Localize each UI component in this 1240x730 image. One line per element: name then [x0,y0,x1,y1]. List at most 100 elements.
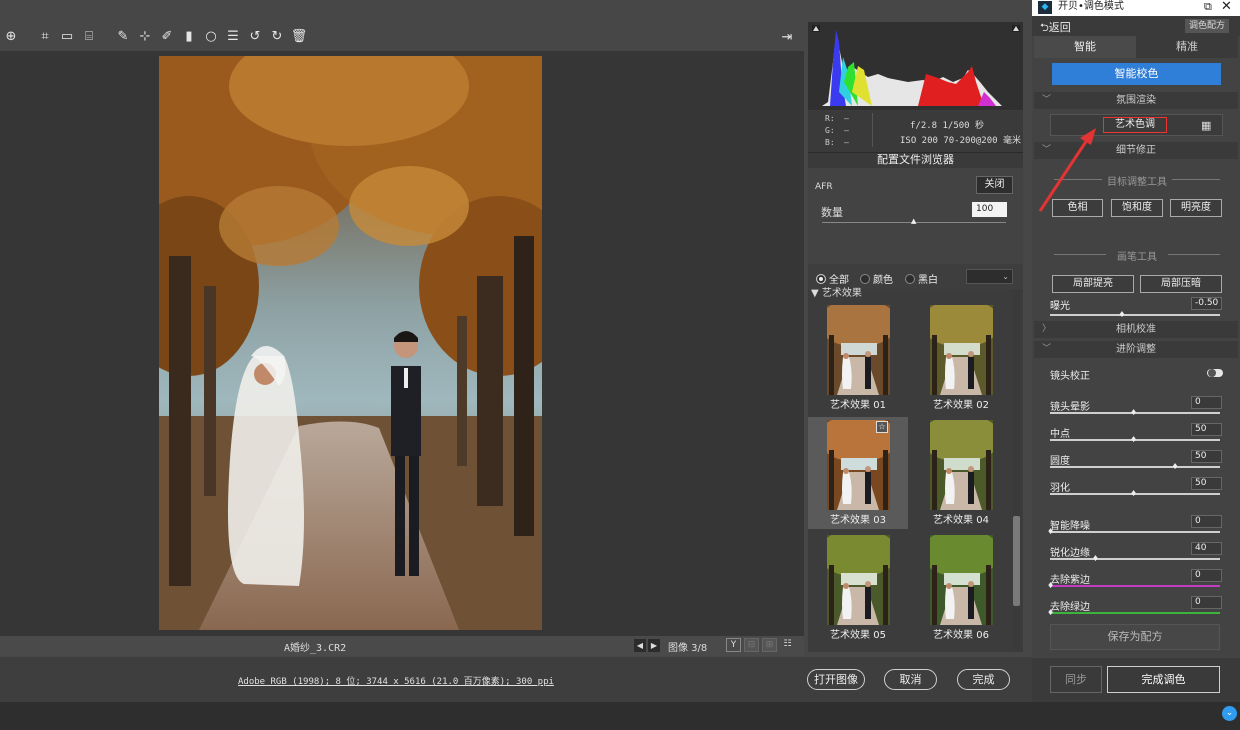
sliders2-input-1[interactable]: 40 [1191,542,1222,555]
filter-bw-radio[interactable]: 黑白 [905,271,938,286]
brush-icon[interactable]: ✐ [156,26,178,48]
thumbnail-label: 艺术效果 01 [830,400,886,411]
tab-precise[interactable]: 精准 [1136,36,1238,58]
sliders-label-0: 镜头晕影 [1050,402,1090,413]
zoom-tool-icon[interactable]: ⊕ [0,26,22,48]
sync-button[interactable]: 同步 [1050,666,1102,693]
hue-button[interactable]: 色相 [1052,199,1103,217]
section-detail[interactable]: ﹀ 细节修正 [1034,142,1238,159]
color-space-info-link[interactable]: Adobe RGB (1998); 8 位; 3744 x 5616 (21.0… [238,674,554,687]
sliders2-slider-knob-1[interactable]: ♦ [1092,555,1099,563]
transform-icon[interactable]: ⌸ [78,26,100,48]
help-icon[interactable]: ⌄ [1222,706,1237,721]
sliders2-slider-track-2[interactable] [1050,585,1220,587]
amount-slider-knob[interactable]: ▲ [911,218,918,225]
exposure-slider-track[interactable] [1050,314,1220,316]
aperture-shutter: f/2.8 1/500 秒 [910,121,985,131]
exposure-slider-knob[interactable]: ♦ [1118,311,1125,319]
profile-thumbnail[interactable]: 艺术效果 05 [808,532,908,644]
sliders2-input-2[interactable]: 0 [1191,569,1222,582]
grid-icon[interactable]: ▦ [1201,119,1215,133]
side-by-side-icon[interactable]: ⊞ [762,638,777,652]
tab-smart[interactable]: 智能 [1034,36,1136,58]
sliders-input-0[interactable]: 0 [1191,396,1222,409]
sliders-input-1[interactable]: 50 [1191,423,1222,436]
sliders-input-3[interactable]: 50 [1191,477,1222,490]
art-tone-label[interactable]: 艺术色调 [1103,117,1167,133]
thumbnail-image [930,420,993,510]
mode-tabs: 智能 精准 [1034,36,1238,58]
sliders2-slider-knob-2[interactable]: ♦ [1047,582,1054,590]
save-recipe-button[interactable]: 保存为配方 [1050,624,1220,650]
restore-icon[interactable]: ⧉ [1204,0,1212,14]
filter-color-radio[interactable]: 颜色 [860,271,893,286]
cancel-button[interactable]: 取消 [884,669,937,690]
sliders2-slider-knob-3[interactable]: ♦ [1047,609,1054,617]
art-tone-button[interactable]: 艺术色调 ▦ [1050,114,1223,136]
star-icon[interactable]: ☆ [876,421,888,433]
profile-thumbnail[interactable]: 艺术效果 03 ☆ [808,417,908,529]
prev-image-button[interactable]: ◀ [634,639,646,652]
sliders-slider-knob-1[interactable]: ♦ [1130,436,1137,444]
panel-footer: 同步 完成调色 [1032,658,1240,702]
split-view-icon[interactable]: ⊟ [744,638,759,652]
open-image-button[interactable]: 打开图像 [807,669,865,690]
sliders-slider-knob-2[interactable]: ♦ [1172,463,1179,471]
done-button[interactable]: 完成 [957,669,1010,690]
export-icon[interactable]: ⇥ [776,26,798,48]
radial-filter-icon[interactable]: ○ [200,26,222,48]
local-boost-button[interactable]: 局部提亮 [1052,275,1134,293]
sliders-slider-knob-0[interactable]: ♦ [1130,409,1137,417]
sliders-slider-track-2[interactable] [1050,466,1220,468]
exposure-input[interactable]: -0.50 [1191,297,1222,310]
profile-thumbnail[interactable]: 艺术效果 02 [911,302,1011,414]
settings-sliders-icon[interactable]: ☷ [780,638,795,652]
sliders2-slider-track-0[interactable] [1050,531,1220,533]
adjust-panel: ◆ 开贝•调色模式 ⧉ ✕ ⮌返回 调色配方 智能 精准 智能校色 ﹀ 氛围渲染 … [1032,0,1240,730]
thumbnail-label: 艺术效果 02 [933,400,989,411]
graduated-filter-icon[interactable]: ▮ [178,26,200,48]
crop-icon[interactable]: ⌗ [34,26,56,48]
histogram [808,22,1023,110]
profile-thumbnail[interactable]: 艺术效果 01 [808,302,908,414]
sliders2-slider-track-1[interactable] [1050,558,1220,560]
recipe-button[interactable]: 调色配方 [1185,19,1229,33]
brightness-button[interactable]: 明亮度 [1170,199,1222,217]
section-atmosphere[interactable]: ﹀ 氛围渲染 [1034,92,1238,109]
filter-all-radio[interactable]: 全部 [816,271,849,286]
filter-dropdown[interactable]: ⌄ [966,269,1013,284]
straighten-icon[interactable]: ▭ [56,26,78,48]
section-advanced[interactable]: ﹀ 进阶调整 [1034,341,1238,358]
art-effect-group-header[interactable]: ▼ 艺术效果 [808,289,1023,301]
close-profile-button[interactable]: 关闭 [976,176,1013,194]
section-camera-calibration[interactable]: 〉相机校准 [1034,321,1238,338]
rotate-left-icon[interactable]: ↺ [244,26,266,48]
smart-color-button[interactable]: 智能校色 [1052,63,1221,85]
sliders-slider-knob-3[interactable]: ♦ [1130,490,1137,498]
trash-icon[interactable]: 🗑 [288,26,310,48]
spot-heal-icon[interactable]: ✎ [112,26,134,48]
profile-thumbnail[interactable]: 艺术效果 06 [911,532,1011,644]
amount-input[interactable]: 100 [972,202,1007,217]
iso-lens: ISO 200 70-200@200 毫米 [900,136,1021,146]
list-icon[interactable]: ☰ [222,26,244,48]
profile-thumbnail[interactable]: 艺术效果 04 [911,417,1011,529]
next-image-button[interactable]: ▶ [648,639,660,652]
close-icon[interactable]: ✕ [1221,0,1232,14]
before-after-y-icon[interactable]: Y [726,638,741,652]
profile-thumbnails: 艺术效果 01 艺术效果 02 艺术效果 03 ☆ 艺术效果 04 艺术效果 05 艺术效果… [808,302,1013,652]
lens-correction-toggle-dot[interactable] [1208,369,1216,377]
finish-color-button[interactable]: 完成调色 [1107,666,1220,693]
sliders-input-2[interactable]: 50 [1191,450,1222,463]
red-eye-icon[interactable]: ⊹ [134,26,156,48]
rotate-right-icon[interactable]: ↻ [266,26,288,48]
sliders2-slider-track-3[interactable] [1050,612,1220,614]
sliders-label-1: 中点 [1050,429,1070,440]
sliders2-slider-knob-0[interactable]: ♦ [1047,528,1054,536]
thumbnail-scroll-thumb[interactable] [1013,516,1020,606]
local-darken-button[interactable]: 局部压暗 [1140,275,1222,293]
sliders2-input-0[interactable]: 0 [1191,515,1222,528]
sliders2-input-3[interactable]: 0 [1191,596,1222,609]
image-canvas[interactable] [0,51,804,636]
saturation-button[interactable]: 饱和度 [1111,199,1163,217]
